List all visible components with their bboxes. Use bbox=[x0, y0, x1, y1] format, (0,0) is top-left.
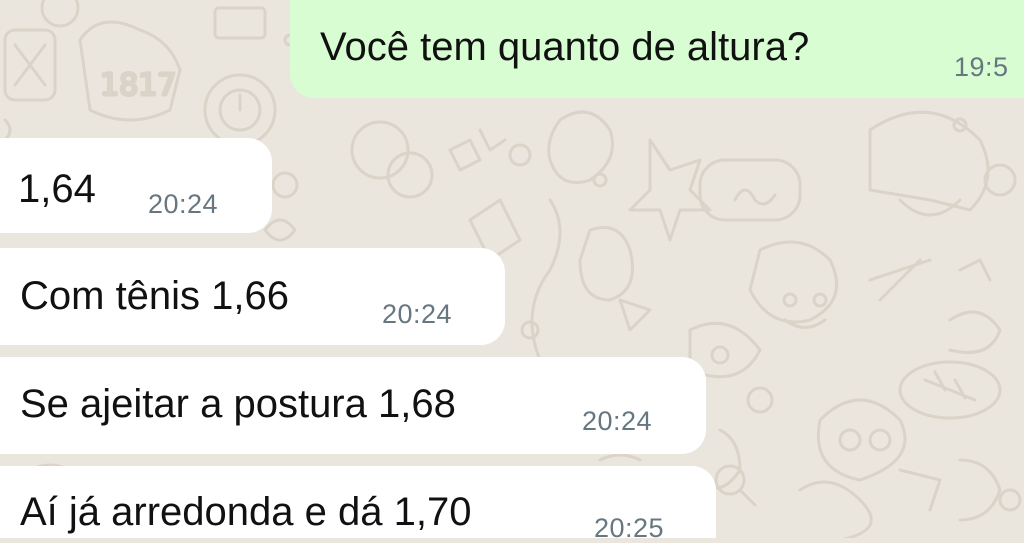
message-timestamp: 20:24 bbox=[582, 406, 653, 436]
message-text: Se ajeitar a postura 1,68 bbox=[20, 382, 456, 426]
message-timestamp: 20:24 bbox=[382, 299, 453, 329]
message-bubble-incoming[interactable]: Se ajeitar a postura 1,68 20:24 bbox=[0, 357, 706, 454]
message-timestamp: 20:24 bbox=[148, 189, 219, 219]
message-bubble-incoming[interactable]: 1,64 20:24 bbox=[0, 138, 272, 233]
message-bubble-incoming[interactable]: Com tênis 1,66 20:24 bbox=[0, 248, 505, 345]
message-text: Aí já arredonda e dá 1,70 bbox=[20, 490, 472, 534]
svg-text:1817: 1817 bbox=[100, 68, 176, 103]
message-text: 1,64 bbox=[18, 167, 96, 211]
message-bubble-outgoing[interactable]: Você tem quanto de altura? 19:5 bbox=[290, 0, 1024, 98]
message-bubble-incoming[interactable]: Aí já arredonda e dá 1,70 20:25 bbox=[0, 466, 716, 542]
message-timestamp: 19:5 bbox=[954, 52, 1009, 82]
message-text: Você tem quanto de altura? bbox=[320, 25, 810, 69]
message-text: Com tênis 1,66 bbox=[20, 274, 290, 318]
